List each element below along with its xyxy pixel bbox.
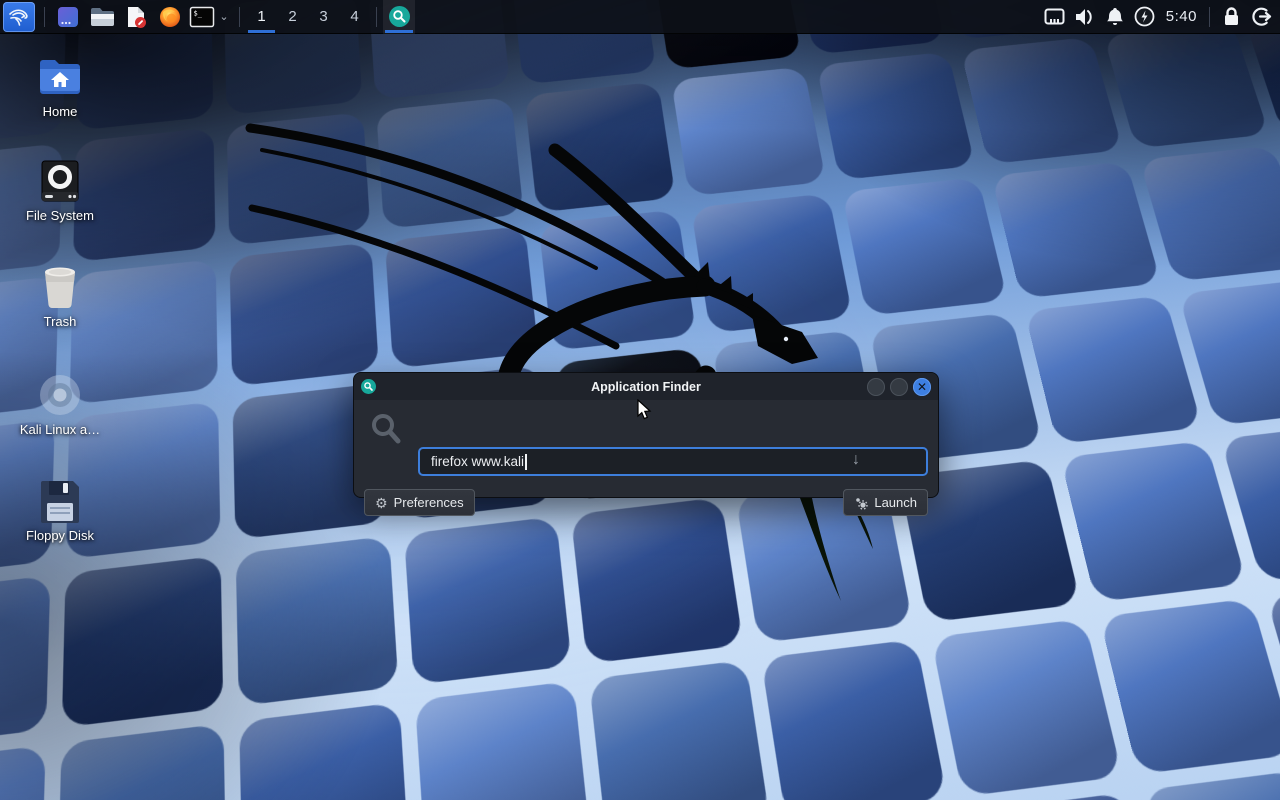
desktop-icon-label: Home (5, 104, 115, 119)
clock-text: 5:40 (1166, 8, 1197, 25)
tray-power-manager-button[interactable] (1130, 0, 1160, 34)
bell-icon (1105, 6, 1125, 27)
kali-docs-ghost-icon (5, 371, 115, 419)
desktop-icon-home[interactable]: Home (5, 53, 115, 119)
panel-appfinder-button[interactable] (383, 0, 415, 34)
mouse-cursor (637, 399, 653, 421)
close-icon: ✕ (917, 381, 927, 393)
panel-separator (376, 7, 377, 27)
search-icon (369, 412, 405, 448)
desktop-icon-label: File System (5, 208, 115, 223)
power-manager-icon (1134, 6, 1155, 27)
close-button[interactable]: ✕ (913, 378, 931, 396)
desktop-icon-label: Kali Linux a… (5, 422, 115, 437)
text-caret (525, 454, 527, 470)
text-editor-icon (124, 5, 148, 29)
launcher-text-editor[interactable] (119, 0, 153, 34)
launcher-show-desktop[interactable] (51, 0, 85, 34)
terminal-dropdown-chevron[interactable]: ⌄ (217, 0, 231, 34)
file-manager-icon (90, 6, 115, 28)
launch-button[interactable]: Launch (843, 489, 928, 516)
kali-menu-button[interactable] (3, 2, 35, 32)
log-out-icon (1251, 6, 1272, 27)
firefox-icon (158, 5, 182, 29)
home-folder-icon (5, 53, 115, 101)
launcher-terminal[interactable]: $_ (187, 0, 217, 34)
floppy-disk-icon (5, 477, 115, 525)
volume-icon (1074, 7, 1095, 27)
desktop-icon-label: Trash (5, 314, 115, 329)
preferences-button[interactable]: ⚙ Preferences (364, 489, 475, 516)
finder-titlebar[interactable]: Application Finder ✕ (354, 373, 938, 400)
workspace-button-3[interactable]: 3 (308, 0, 339, 34)
launcher-firefox[interactable] (153, 0, 187, 34)
lock-icon (1222, 6, 1241, 27)
minimize-button[interactable] (867, 378, 885, 396)
workspace-label: 2 (288, 8, 296, 25)
desktop-icon-trash[interactable]: Trash (5, 263, 115, 329)
hard-disk-icon (5, 157, 115, 205)
tray-volume-button[interactable] (1070, 0, 1100, 34)
appfinder-icon (388, 5, 411, 28)
launch-label: Launch (874, 495, 917, 510)
input-dropdown-arrow[interactable]: ↓ (846, 451, 866, 469)
launch-icon (854, 496, 868, 510)
workspace-button-2[interactable]: 2 (277, 0, 308, 34)
log-out-button[interactable] (1246, 0, 1276, 34)
window-title: Application Finder (354, 380, 938, 394)
tray-network-button[interactable] (1040, 0, 1070, 34)
top-panel: $_ ⌄ 1 2 3 4 (0, 0, 1280, 34)
network-icon (1044, 8, 1065, 26)
trash-icon (5, 263, 115, 311)
workspace-button-1[interactable]: 1 (246, 0, 277, 34)
lock-screen-button[interactable] (1216, 0, 1246, 34)
maximize-button[interactable] (890, 378, 908, 396)
panel-separator (1209, 7, 1210, 27)
workspace-label: 1 (257, 8, 265, 25)
desktop-icon-kali-docs[interactable]: Kali Linux a… (5, 371, 115, 437)
workspace-label: 4 (350, 8, 358, 25)
show-desktop-icon (56, 5, 80, 29)
desktop-icon-label: Floppy Disk (5, 528, 115, 543)
gear-icon: ⚙ (375, 496, 388, 510)
workspace-label: 3 (319, 8, 327, 25)
launcher-file-manager[interactable] (85, 0, 119, 34)
kali-desktop: Home File System Trash (0, 0, 1280, 800)
panel-separator (44, 7, 45, 27)
workspace-button-4[interactable]: 4 (339, 0, 370, 34)
panel-separator (239, 7, 240, 27)
application-finder-window: Application Finder ✕ firefox www.kali ↓ … (353, 372, 939, 498)
desktop-icon-floppy-disk[interactable]: Floppy Disk (5, 477, 115, 543)
kali-menu-icon (7, 5, 31, 29)
terminal-prompt-glyph: $_ (194, 9, 203, 17)
desktop-icon-file-system[interactable]: File System (5, 157, 115, 223)
preferences-label: Preferences (394, 495, 464, 510)
panel-clock[interactable]: 5:40 (1160, 0, 1203, 34)
tray-notifications-button[interactable] (1100, 0, 1130, 34)
search-query-text: firefox www.kali (431, 454, 524, 469)
terminal-icon: $_ (189, 5, 215, 29)
